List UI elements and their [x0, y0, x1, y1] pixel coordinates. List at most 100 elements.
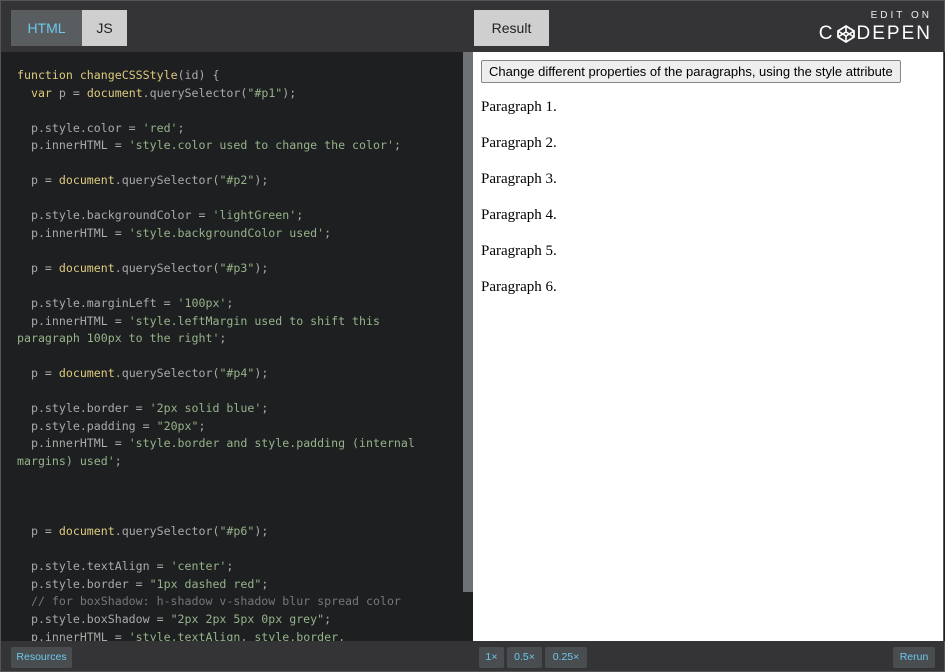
code-token: .querySelector( — [114, 524, 220, 539]
code-token: ; — [261, 401, 269, 416]
code-token: paragraph 100px to the right' — [17, 331, 220, 346]
code-line: p.innerHTML = 'style.textAlign, style.bo… — [17, 629, 463, 642]
code-content: function changeCSSStyle(id) { var p = do… — [1, 52, 463, 641]
code-token: .querySelector( — [114, 261, 220, 276]
zoom-1x-button[interactable]: 1× — [479, 647, 504, 668]
code-token: "#p1" — [247, 85, 283, 100]
code-token: p.style.border = — [17, 401, 150, 416]
code-line: p.innerHTML = 'style.color used to chang… — [17, 137, 463, 155]
code-token: 'style.leftMargin used to shift this — [128, 313, 380, 328]
rerun-button[interactable]: Rerun — [893, 647, 935, 668]
code-token: document — [58, 366, 115, 381]
code-token: // for boxShadow: h-shadow v-shadow blur… — [17, 594, 401, 609]
code-token: ; — [324, 225, 332, 240]
brand-letters-depen: DEPEN — [856, 23, 932, 44]
code-line: p = document.querySelector("#p2"); — [17, 172, 463, 190]
tab-result[interactable]: Result — [474, 10, 549, 46]
zoom-0.5x-button[interactable]: 0.5× — [507, 647, 542, 668]
result-pane: Change different properties of the parag… — [473, 52, 944, 641]
code-token: 'style.color used to change the color' — [128, 138, 394, 153]
code-token: ; — [393, 138, 401, 153]
change-styles-button[interactable]: Change different properties of the parag… — [481, 60, 901, 83]
code-line: p.style.border = '2px solid blue'; — [17, 400, 463, 418]
editor-scrollbar[interactable] — [463, 52, 473, 641]
resources-button[interactable]: Resources — [11, 647, 72, 668]
code-line: p.style.boxShadow = "2px 2px 5px 0px gre… — [17, 611, 463, 629]
code-token: p.style.marginLeft = — [17, 296, 178, 311]
code-token: "#p2" — [219, 173, 255, 188]
code-token: "#p6" — [219, 524, 255, 539]
code-line: p.style.border = "1px dashed red"; — [17, 576, 463, 594]
code-token: 'lightGreen' — [212, 208, 297, 223]
code-token: var — [30, 85, 52, 100]
code-token: "#p3" — [219, 261, 255, 276]
code-token: 'style.backgroundColor used' — [128, 225, 325, 240]
code-token: ; — [219, 331, 227, 346]
code-line: p.innerHTML = 'style.border and style.pa… — [17, 435, 463, 453]
tab-html[interactable]: HTML — [11, 10, 82, 46]
js-code-editor[interactable]: function changeCSSStyle(id) { var p = do… — [0, 52, 463, 641]
edit-on-codepen-link[interactable]: EDIT ON C DEPEN — [819, 10, 932, 45]
top-bar: HTML JS Result EDIT ON C DEPEN — [0, 0, 945, 52]
code-token: ); — [254, 261, 269, 276]
code-line: p.style.padding = "20px"; — [17, 418, 463, 436]
zoom-0.25x-button[interactable]: 0.25× — [545, 647, 587, 668]
scrollbar-thumb[interactable] — [463, 52, 473, 592]
code-line: p = document.querySelector("#p3"); — [17, 260, 463, 278]
code-token: document — [86, 85, 143, 100]
code-line: p.innerHTML = 'style.leftMargin used to … — [17, 313, 463, 331]
code-token: 'red' — [142, 120, 178, 135]
code-line: var p = document.querySelector("#p1"); — [17, 85, 463, 103]
code-line: p.style.marginLeft = '100px'; — [17, 295, 463, 313]
code-token: ); — [254, 366, 269, 381]
code-line: margins) used'; — [17, 453, 463, 471]
code-token: (id) { — [177, 68, 220, 82]
code-token: 'center' — [170, 559, 227, 574]
code-line: p.innerHTML = 'style.backgroundColor use… — [17, 225, 463, 243]
brand-caption: EDIT ON — [870, 10, 932, 21]
code-token: p.innerHTML = — [17, 225, 129, 240]
code-line: // for boxShadow: h-shadow v-shadow blur… — [17, 593, 463, 611]
code-line: p.style.backgroundColor = 'lightGreen'; — [17, 207, 463, 225]
code-token: p.style.padding = — [17, 418, 157, 433]
code-token: ); — [254, 524, 269, 539]
code-token: p = — [17, 366, 59, 381]
code-token: "2px 2px 5px 0px grey" — [170, 611, 325, 626]
code-token: document — [58, 173, 115, 188]
code-token: p.style.border = — [17, 576, 150, 591]
code-token: ; — [177, 120, 185, 135]
code-token: p.style.boxShadow = — [17, 611, 171, 626]
code-token: p = — [17, 524, 59, 539]
paragraph-2: Paragraph 2. — [481, 135, 557, 151]
code-line: function changeCSSStyle(id) { — [17, 67, 463, 85]
paragraph-5: Paragraph 5. — [481, 243, 557, 259]
code-token: ; — [261, 576, 269, 591]
code-token: 'style.border and style.padding (interna… — [128, 436, 415, 451]
code-line: p = document.querySelector("#p6"); — [17, 523, 463, 541]
paragraph-1: Paragraph 1. — [481, 99, 557, 115]
code-token: '2px solid blue' — [149, 401, 262, 416]
code-token: ; — [198, 418, 206, 433]
code-token: 'style.textAlign, style.border, — [128, 629, 346, 642]
code-token: ; — [324, 611, 332, 626]
code-line: paragraph 100px to the right'; — [17, 330, 463, 348]
tab-js[interactable]: JS — [82, 10, 127, 46]
code-token: ); — [254, 173, 269, 188]
code-token: p.style.textAlign = — [17, 559, 171, 574]
code-token: p = — [17, 173, 59, 188]
paragraph-4: Paragraph 4. — [481, 207, 557, 223]
code-token: p = — [51, 85, 87, 100]
code-token: document — [58, 524, 115, 539]
code-token: p.style.color = — [17, 120, 143, 135]
paragraph-3: Paragraph 3. — [481, 171, 557, 187]
code-token: p.style.backgroundColor = — [17, 208, 213, 223]
